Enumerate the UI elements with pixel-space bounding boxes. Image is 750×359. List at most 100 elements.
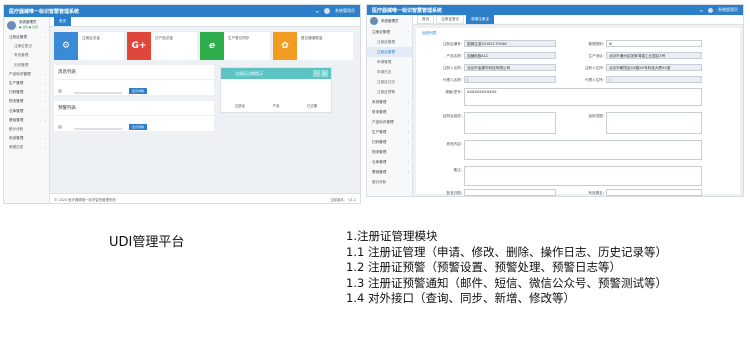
tab-registration[interactable]: 注册证登记 [436,15,465,24]
stat-tile-sync[interactable]: e 生产登记同步 [200,32,270,60]
sidebar-item-warehouse[interactable]: 仓库管理 [367,157,412,167]
reminder-col: 注册证 [234,104,245,108]
other-textarea[interactable] [464,140,702,160]
copyright: © 2020 医疗器械唯一标识智慧管理系统 [54,198,116,202]
detail-badge[interactable]: 显示详情 [129,123,148,130]
sidebar-item-registration-entry[interactable]: 注册证登记 [4,42,49,51]
stat-label: 登记通道数量 [301,36,323,40]
sidebar-item-logistics[interactable]: 物流管理 [4,97,49,106]
other-label: 其他内容: [446,142,462,146]
sidebar-item-logistics[interactable]: 物流管理 [367,147,412,157]
form-screenshot: 医疗器械唯一标识智慧管理系统 ≡ 系统管理员 系统管理员 注册证管理 注册证管理… [366,4,744,197]
agent-address-input[interactable]: / [606,76,702,83]
spec-label: 规格/型号: [445,90,462,94]
panel-title: 消息列表 [54,65,214,80]
tab-home[interactable]: 首页 [54,17,72,26]
sidebar-item-product-id[interactable]: 产品标识管理 [4,70,49,79]
sidebar-item-invalid[interactable]: 无效管理 [4,61,49,70]
sidebar-item-registration[interactable]: 注册证管理 [367,27,412,37]
sidebar-item-reg-warning[interactable]: 注册证预警 [367,87,412,97]
scope-label: 适用范围: [588,114,604,118]
header-avatar[interactable] [708,7,713,13]
feature-line: 1.3 注册证预警通知（邮件、短信、微信公众号、预警测试等） [346,275,667,290]
sidebar-user: 系统管理员 ● 在线 ● 注销 [4,17,49,33]
header-avatar[interactable] [324,8,330,14]
category-select[interactable]: III [606,40,702,47]
main-area: 首页 ⚙ 注册证总量 G+ 已产品总量 e 生产登记同步 ✿ 登记通道数量 消息… [50,17,360,203]
sidebar-item-basic[interactable]: 基础管理 [4,116,49,125]
sidebar-item-reg-log[interactable]: 注册证日志 [367,77,412,87]
minimize-icon[interactable]: − [313,70,320,77]
scope-textarea[interactable] [606,112,702,134]
reminder-columns: 注册证 产品 已过期 [221,103,331,108]
list-dot [58,88,62,93]
header-user-name[interactable]: 系统管理员 [335,8,355,14]
sidebar-item-basic[interactable]: 基础管理 [367,167,412,177]
sidebar-item-apply-log[interactable]: 申请日志 [367,67,412,77]
menu-icon[interactable]: ≡ [316,9,319,14]
sidebar-item-registration-active[interactable]: 注册证管理 [367,47,412,57]
sidebar-item-apply[interactable]: 申请管理 [367,57,412,67]
ie-icon: e [200,32,224,60]
sidebar-item-scan[interactable]: 扫码管理 [367,137,412,147]
menu-icon[interactable]: ≡ [700,8,703,13]
avatar [370,17,378,25]
app-header: 医疗器械唯一标识智慧管理系统 ≡ 系统管理员 [4,5,360,17]
approve-date-label: 批准日期: [446,191,462,195]
close-icon[interactable]: × [321,70,328,77]
feature-notes: 1.注册证管理模块 1.1 注册证管理（申请、修改、删除、操作日志、历史记录等）… [346,229,667,307]
tab-home[interactable]: 首页 [417,15,435,24]
sidebar-item-logs[interactable]: 系统日志 [4,143,49,152]
reminder-header: 注册证过期提示 − × [221,68,331,79]
stat-label: 生产登记同步 [228,36,250,40]
remark-textarea[interactable] [464,166,702,186]
sidebar-item-production[interactable]: 生产管理 [4,79,49,88]
expiry-reminder-panel: 注册证过期提示 − × 注册证 产品 已过期 [220,67,332,113]
registrant-address-input[interactable]: 北京市朝阳区XX路XX号科技大厦XX室 [606,64,702,71]
approve-date-input[interactable] [464,189,556,196]
stat-tile-channels[interactable]: ✿ 登记通道数量 [273,32,353,60]
sidebar-item-registration-mgmt[interactable]: 注册证管理 [367,37,412,47]
tab-new-registration[interactable]: 新增注册证 [466,15,495,24]
platform-caption: UDI管理平台 [109,235,185,250]
spec-textarea[interactable]: XXXXXXXXXXXX [464,88,702,106]
sidebar-item-stats[interactable]: 统计分析 [367,177,412,187]
warning-panel: 预警列表 显示详情 [54,101,214,131]
agent-label: 代理人名称: [442,78,462,82]
sidebar-item-registration[interactable]: 注册证管理 [4,33,49,42]
sidebar-item-warehouse[interactable]: 仓库管理 [4,107,49,116]
sidebar-item-production[interactable]: 生产管理 [367,127,412,137]
feature-line: 1.注册证管理模块 [346,229,438,243]
sidebar-user: 系统管理员 [367,15,412,27]
users-icon: ✿ [273,32,297,60]
address-label: 生产地址: [588,54,604,58]
structure-label: 结构及组成: [442,114,462,118]
detail-badge[interactable]: 显示详情 [129,87,148,94]
agent-input[interactable]: / [464,76,556,83]
expire-date-input[interactable] [606,189,702,196]
sidebar-user-status: ● 在线 ● 注销 [19,25,38,29]
stat-tile-registrations[interactable]: ⚙ 注册证总量 [54,32,124,60]
sidebar-item-scan[interactable]: 扫码管理 [4,88,49,97]
registrant-input[interactable]: 北京市金康华科技有限公司 [464,64,556,71]
address-input[interactable]: 北京市通州区张家湾镇工业园区X号 [606,52,702,59]
stat-tile-products[interactable]: G+ 已产品总量 [127,32,197,60]
product-name-input[interactable]: 血糖电极4LC [464,52,556,59]
spec-value: XXXXXXXXXXXX [467,90,497,94]
registrant-address-label: 注册人住所: [584,66,604,70]
sidebar-item-valid[interactable]: 有效管理 [4,51,49,60]
back-link[interactable]: 返回列表 [422,31,436,36]
sidebar-item-product-id[interactable]: 产品标识管理 [367,117,412,127]
feature-line: 1.4 对外接口（查询、同步、新增、修改等） [346,291,575,305]
reg-no-input[interactable]: 国械注准20162170546 [464,40,556,47]
sidebar-item-finance[interactable]: 财务管理 [367,107,412,117]
product-name-label: 产品名称: [446,54,462,58]
sidebar-item-stats[interactable]: 统计分析 [4,125,49,134]
sidebar-user-name: 系统管理员 [381,18,399,23]
stat-label: 注册证总量 [82,36,100,40]
category-label: 管理类别: [588,42,604,46]
header-user-name[interactable]: 系统管理员 [718,7,738,13]
structure-textarea[interactable] [464,112,556,134]
sidebar-item-system[interactable]: 系统管理 [4,134,49,143]
sidebar-item-system[interactable]: 系统管理 [367,97,412,107]
